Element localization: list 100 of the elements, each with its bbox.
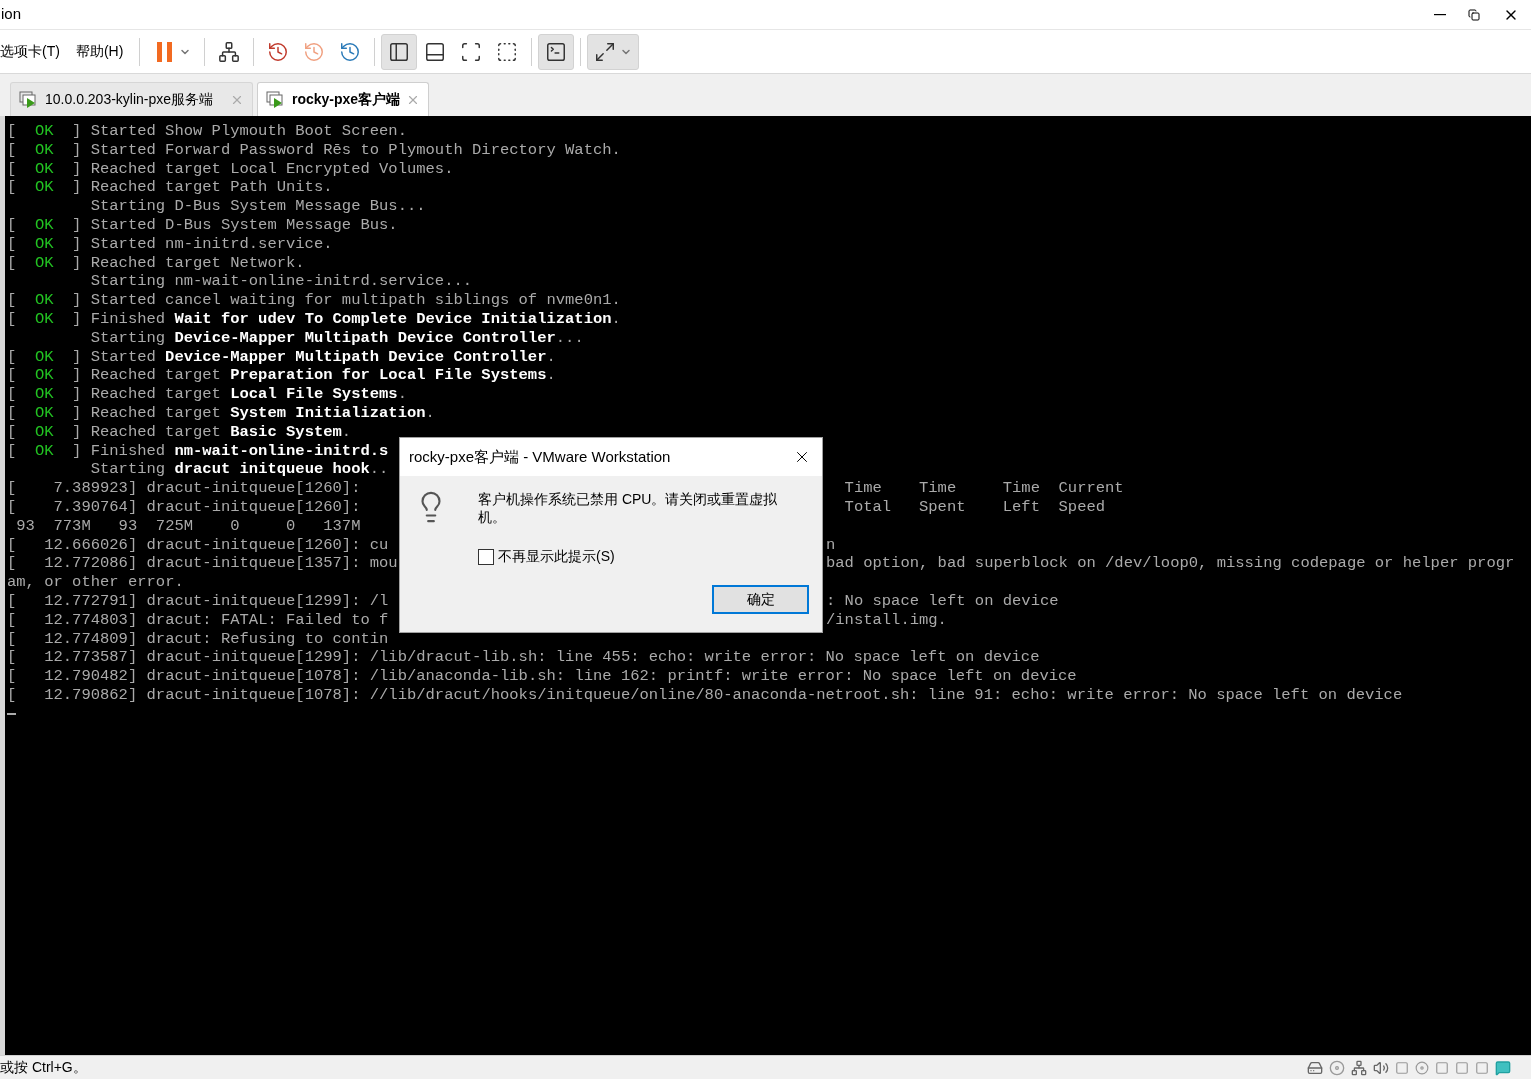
log-text: /install.img. <box>826 610 947 630</box>
log-text: n <box>826 535 836 555</box>
disc-icon <box>1415 1060 1429 1075</box>
tab-label: rocky-pxe客户端 <box>292 90 401 109</box>
bracket: [ <box>7 366 18 386</box>
bracket: [ <box>7 403 18 423</box>
hard-drive-icon <box>1307 1059 1323 1076</box>
log-text: 93 773M 93 725M 0 0 137M <box>15 516 361 536</box>
dialog-message: 客户机操作系统已禁用 CPU。请关闭或重置虚拟机。 <box>478 490 779 526</box>
ok-button[interactable]: 确定 <box>712 585 809 614</box>
bracket: ] <box>72 178 83 198</box>
minimize-icon <box>1434 13 1446 16</box>
vm-tab[interactable]: 10.0.0.203-kylin-pxe服务端 <box>10 82 253 116</box>
text-cursor <box>7 712 16 715</box>
vm-icon <box>19 90 39 109</box>
dashed-square-icon <box>496 40 519 63</box>
log-text: Reached target Network. <box>90 253 305 273</box>
vm-icon <box>266 90 286 109</box>
status-text: 或按 Ctrl+G。 <box>0 1058 87 1077</box>
bracket: ] <box>72 366 83 386</box>
clock-icon <box>267 40 290 63</box>
speaker-icon <box>1373 1059 1389 1076</box>
bracket: ] <box>72 422 83 442</box>
status-ok: OK <box>34 309 55 329</box>
log-text: Started Show Plymouth Boot Screen. <box>90 122 407 141</box>
bracket: ] <box>72 159 83 179</box>
bracket: [ <box>7 291 18 310</box>
device-icon <box>1395 1060 1409 1075</box>
log-text: Started Device-Mapper Multipath Device Controller. <box>90 347 556 367</box>
log-text: Reached target System Initialization. <box>90 403 435 423</box>
log-text: Started nm-initrd.service. <box>90 234 333 254</box>
bracket: ] <box>72 385 83 404</box>
vm-console[interactable] <box>0 116 1531 1055</box>
menu-item[interactable]: 帮助(H) <box>67 41 132 62</box>
log-text: Reached target Local File Systems. <box>90 385 407 404</box>
vm-tab[interactable]: rocky-pxe客户端 <box>257 82 430 116</box>
message-icon <box>1495 1059 1511 1076</box>
bracket: ] <box>72 309 83 329</box>
dont-show-checkbox[interactable]: 不再显示此提示(S) <box>478 546 798 567</box>
log-text: bad option, bad superblock on /dev/loop0, missing codepage or helper progr <box>826 554 1515 574</box>
fullscreen-icon <box>460 40 483 63</box>
log-text: [ 12.790482] dracut-initqueue[1078]: /lib/anaconda-lib.sh: line 162: printf: write error: No space left on device <box>7 667 1077 686</box>
log-text: Starting dracut initqueue hook.. <box>90 460 389 480</box>
toolbar-button[interactable] <box>381 33 418 70</box>
status-ok: OK <box>34 366 55 386</box>
log-text: Reached target Preparation for Local File Systems. <box>90 366 556 386</box>
bracket: ] <box>72 234 83 254</box>
status-ok: OK <box>34 140 55 160</box>
checkbox[interactable] <box>478 548 494 565</box>
log-text: Reached target Path Units. <box>90 178 333 198</box>
device-icon <box>1455 1060 1469 1075</box>
status-ok: OK <box>34 216 55 235</box>
log-text: Time Time Time Current <box>843 479 1124 498</box>
tab-label: 10.0.0.203-kylin-pxe服务端 <box>45 90 214 109</box>
bracket: [ <box>7 422 18 442</box>
status-ok: OK <box>34 385 55 404</box>
status-ok: OK <box>34 178 55 198</box>
log-text: Reached target Basic System. <box>90 422 352 442</box>
menu-item[interactable]: 选项卡(T) <box>0 41 68 62</box>
bracket: [ <box>7 216 18 235</box>
bracket: [ <box>7 309 18 329</box>
bracket: ] <box>72 122 83 141</box>
bracket: ] <box>72 291 83 310</box>
bracket: ] <box>72 347 83 367</box>
device-icon <box>1475 1060 1489 1075</box>
expand-icon <box>594 40 617 63</box>
toolbar-button[interactable] <box>587 33 640 70</box>
status-ok: OK <box>34 422 55 442</box>
network-icon <box>1351 1059 1367 1076</box>
log-text: [ 12.774803] dracut: FATAL: Failed to f <box>7 610 389 630</box>
log-text: Starting Device-Mapper Multipath Device Controller... <box>90 328 584 348</box>
restore-icon <box>1468 8 1480 21</box>
log-text: Finished Wait for udev To Complete Device Initialization. <box>90 309 621 329</box>
bracket: [ <box>7 178 18 198</box>
disc-icon <box>1329 1059 1345 1076</box>
status-ok: OK <box>34 403 55 423</box>
bracket: ] <box>72 253 83 273</box>
log-text: [ 12.773587] dracut-initqueue[1299]: /lib/dracut-lib.sh: line 455: echo: write error: No space left on device <box>7 648 1040 668</box>
toolbar-button[interactable] <box>538 33 575 70</box>
device-icon <box>1435 1060 1449 1075</box>
log-text: Finished nm-wait-online-initrd.s <box>90 441 389 461</box>
log-text: : No space left on device <box>826 591 1059 611</box>
log-text: Starting nm-wait-online-initrd.service... <box>90 272 473 292</box>
log-text: [ 7.389923] dracut-initqueue[1260]: <box>7 479 361 498</box>
bracket: [ <box>7 253 18 273</box>
panel-bottom-icon <box>424 40 447 63</box>
log-text: [ 7.390764] dracut-initqueue[1260]: <box>7 497 361 517</box>
log-text: Reached target Local Encrypted Volumes. <box>90 159 454 179</box>
bracket: ] <box>72 140 83 160</box>
status-ok: OK <box>34 122 55 141</box>
log-text: [ 12.790862] dracut-initqueue[1078]: //lib/dracut/hooks/initqueue/online/80-anaconda-netroot.sh: line 91: echo: write error: No space left on device <box>7 685 1403 705</box>
clock-icon <box>303 40 326 63</box>
status-ok: OK <box>34 159 55 179</box>
log-text: [ 12.774809] dracut: Refusing to contin <box>7 629 389 649</box>
bracket: [ <box>7 234 18 254</box>
bracket: ] <box>72 441 83 461</box>
clock-icon <box>339 40 362 63</box>
bracket: [ <box>7 385 18 404</box>
log-text: am, or other error. <box>7 573 184 592</box>
status-ok: OK <box>34 347 55 367</box>
